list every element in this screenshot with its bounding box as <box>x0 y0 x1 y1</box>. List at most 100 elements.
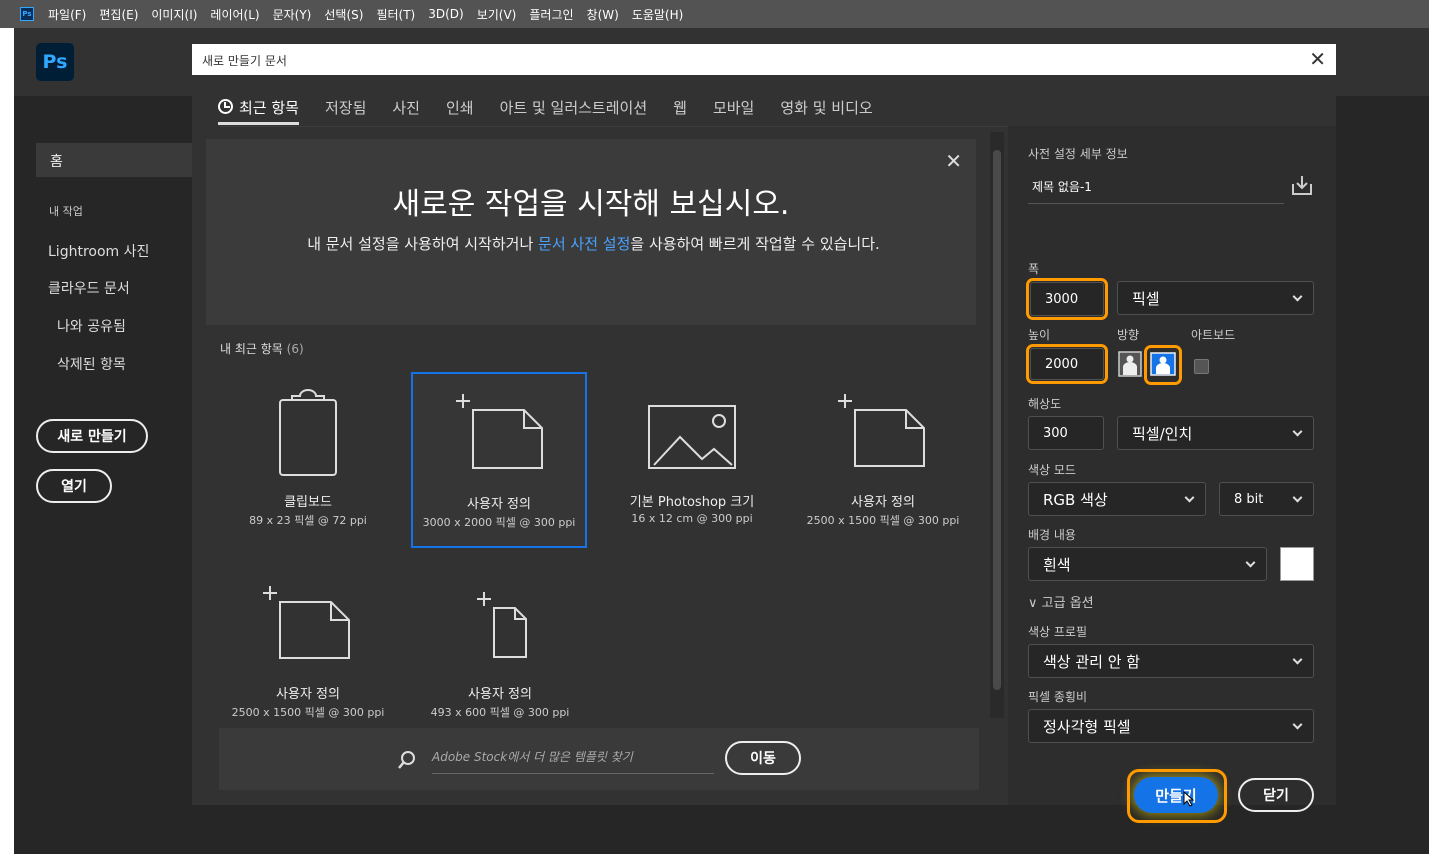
create-button-highlight <box>1127 769 1227 823</box>
chevron-down-icon <box>1292 291 1303 302</box>
portrait-orientation-icon[interactable] <box>1118 351 1142 377</box>
menu-image[interactable]: 이미지(I) <box>151 6 197 23</box>
tab-saved[interactable]: 저장됨 <box>325 75 366 125</box>
preset-name: 사용자 정의 <box>276 687 340 702</box>
clipboard-icon <box>279 389 337 476</box>
dialog-titlebar: 새로 만들기 문서 ✕ <box>192 44 1336 75</box>
bit-depth-dropdown[interactable]: 8 bit <box>1219 482 1314 516</box>
preset-name: 사용자 정의 <box>468 687 532 702</box>
resolution-input[interactable]: 300 <box>1028 416 1104 450</box>
menu-plugins[interactable]: 플러그인 <box>529 6 573 23</box>
chevron-down-icon: ∨ <box>1028 596 1038 611</box>
sidebar-item-shared[interactable]: 나와 공유됨 <box>57 316 126 336</box>
new-document-dialog: 새로 만들기 문서 ✕ 최근 항목 저장됨 사진 인쇄 아트 및 일러스트레이션… <box>192 44 1336 823</box>
width-unit-dropdown[interactable]: 픽셀 <box>1117 281 1314 315</box>
sidebar-item-cloud-docs[interactable]: 클라우드 문서 <box>48 278 130 298</box>
presets-scrollbar[interactable] <box>990 132 1004 718</box>
chevron-down-icon <box>1292 654 1303 665</box>
background-dropdown[interactable]: 흰색 <box>1028 547 1267 581</box>
menu-help[interactable]: 도움말(H) <box>632 6 684 23</box>
tab-recent[interactable]: 최근 항목 <box>218 75 299 125</box>
dialog-close-icon[interactable]: ✕ <box>1309 47 1326 71</box>
orientation-label: 방향 <box>1117 328 1140 342</box>
custom-document-icon <box>456 394 543 469</box>
orientation-highlight <box>1144 345 1182 385</box>
tab-web[interactable]: 웹 <box>673 75 687 125</box>
preset-details-panel: 사전 설정 세부 정보 제목 없음-1 폭 3000 픽셀 높이 방향 아트보드… <box>1008 126 1336 823</box>
preset-name: 클립보드 <box>284 495 332 510</box>
preset-detail: 2500 x 1500 픽셀 @ 300 ppi <box>806 514 960 527</box>
dialog-title: 새로 만들기 문서 <box>202 54 287 68</box>
scrollbar-thumb[interactable] <box>993 150 1001 690</box>
background-color-swatch[interactable] <box>1280 547 1314 581</box>
menu-3d[interactable]: 3D(D) <box>428 7 463 21</box>
tab-photo[interactable]: 사진 <box>392 75 420 125</box>
color-profile-dropdown[interactable]: 색상 관리 안 함 <box>1028 644 1314 678</box>
stock-search-bar: Adobe Stock에서 더 많은 템플릿 찾기 이동 <box>219 728 979 790</box>
sidebar-item-deleted[interactable]: 삭제된 항목 <box>57 354 126 374</box>
sidebar-item-home[interactable]: 홈 <box>36 143 196 177</box>
preset-card-custom-selected[interactable]: 사용자 정의 3000 x 2000 픽셀 @ 300 ppi <box>411 372 587 548</box>
menu-file[interactable]: 파일(F) <box>48 6 86 23</box>
advanced-options-toggle[interactable]: ∨ 고급 옵션 <box>1028 592 1094 611</box>
background-label: 배경 내용 <box>1028 528 1076 542</box>
preset-card-custom[interactable]: 사용자 정의 2500 x 1500 픽셀 @ 300 ppi <box>795 372 971 548</box>
menu-layer[interactable]: 레이어(L) <box>210 6 259 23</box>
resolution-label: 해상도 <box>1028 397 1062 411</box>
height-highlight <box>1026 344 1108 384</box>
tab-mobile[interactable]: 모바일 <box>713 75 754 125</box>
document-name-field[interactable]: 제목 없음-1 <box>1028 170 1284 204</box>
menu-edit[interactable]: 편집(E) <box>99 6 138 23</box>
go-button[interactable]: 이동 <box>725 741 801 775</box>
preset-detail: 2500 x 1500 픽셀 @ 300 ppi <box>231 706 385 719</box>
recent-items-count: (6) <box>286 342 304 356</box>
color-mode-dropdown[interactable]: RGB 색상 <box>1028 482 1206 516</box>
menu-select[interactable]: 선택(S) <box>324 6 363 23</box>
close-button[interactable]: 닫기 <box>1238 778 1314 812</box>
menu-filter[interactable]: 필터(T) <box>376 6 415 23</box>
resolution-unit-dropdown[interactable]: 픽셀/인치 <box>1117 416 1314 450</box>
chevron-down-icon <box>1292 492 1303 503</box>
preset-card-default-photoshop[interactable]: 기본 Photoshop 크기 16 x 12 cm @ 300 ppi <box>604 372 780 548</box>
image-icon <box>648 405 736 469</box>
search-icon <box>398 751 415 769</box>
artboard-checkbox[interactable] <box>1194 359 1209 374</box>
menu-type[interactable]: 문자(Y) <box>273 6 312 23</box>
preset-card-clipboard[interactable]: 클립보드 89 x 23 픽셀 @ 72 ppi <box>220 372 396 548</box>
menu-view[interactable]: 보기(V) <box>477 6 517 23</box>
banner-close-icon[interactable]: ✕ <box>945 149 962 173</box>
open-file-button[interactable]: 열기 <box>36 469 112 503</box>
artboard-label: 아트보드 <box>1191 328 1236 342</box>
preset-detail: 493 x 600 픽셀 @ 300 ppi <box>430 706 570 719</box>
pixel-aspect-dropdown[interactable]: 정사각형 픽셀 <box>1028 709 1314 743</box>
tab-print[interactable]: 인쇄 <box>446 75 474 125</box>
preset-detail: 3000 x 2000 픽셀 @ 300 ppi <box>422 516 576 529</box>
sidebar-item-lightroom[interactable]: Lightroom 사진 <box>48 241 149 261</box>
new-file-button[interactable]: 새로 만들기 <box>36 419 148 453</box>
pixel-aspect-label: 픽셀 종횡비 <box>1028 690 1088 704</box>
custom-portrait-document-icon <box>477 592 527 658</box>
welcome-banner: ✕ 새로운 작업을 시작해 보십시오. 내 문서 설정을 사용하여 시작하거나 … <box>206 139 976 325</box>
custom-document-icon <box>838 394 925 467</box>
chevron-down-icon <box>1245 557 1256 568</box>
menu-window[interactable]: 창(W) <box>587 6 619 23</box>
color-mode-label: 색상 모드 <box>1028 463 1076 477</box>
tabs-divider <box>220 126 1010 127</box>
tab-art-illustration[interactable]: 아트 및 일러스트레이션 <box>500 75 648 125</box>
tab-film-video[interactable]: 영화 및 비디오 <box>780 75 872 125</box>
preset-card-custom[interactable]: 사용자 정의 2500 x 1500 픽셀 @ 300 ppi <box>220 564 396 740</box>
window-edge <box>0 28 14 854</box>
clock-icon <box>218 99 233 114</box>
banner-text: 내 문서 설정을 사용하여 시작하거나 문서 사전 설정을 사용하여 빠르게 작… <box>307 235 880 253</box>
preset-card-custom-portrait[interactable]: 사용자 정의 493 x 600 픽셀 @ 300 ppi <box>412 564 588 740</box>
photoshop-app-icon: Ps <box>20 7 34 21</box>
preset-name: 기본 Photoshop 크기 <box>629 495 755 510</box>
save-preset-icon[interactable] <box>1289 172 1315 198</box>
stock-search-input[interactable]: Adobe Stock에서 더 많은 템플릿 찾기 <box>432 748 714 774</box>
preset-detail: 16 x 12 cm @ 300 ppi <box>631 512 753 525</box>
custom-document-icon <box>263 586 350 659</box>
color-profile-label: 색상 프로필 <box>1028 625 1088 639</box>
presets-link[interactable]: 문서 사전 설정 <box>538 235 630 253</box>
photoshop-logo: Ps <box>36 43 74 81</box>
height-label: 높이 <box>1028 328 1051 342</box>
